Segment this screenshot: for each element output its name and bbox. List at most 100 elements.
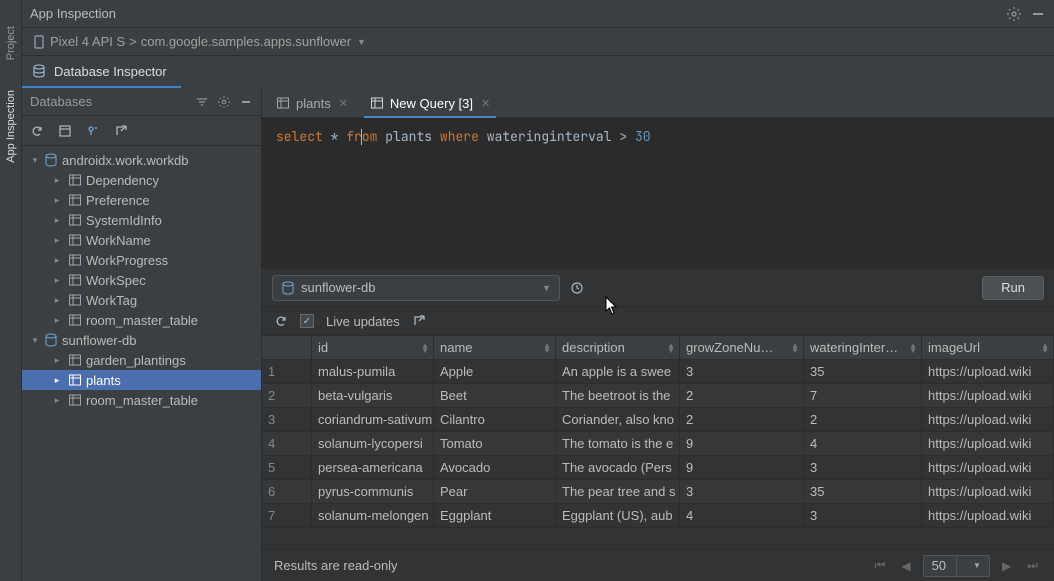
td-id: solanum-lycopersi [312,432,434,455]
th-rownum[interactable] [262,336,312,359]
tab-plants[interactable]: plants ✕ [266,89,358,117]
prev-page-icon[interactable]: ◀ [897,559,914,573]
tree-table[interactable]: ▸SystemIdInfo [22,210,261,230]
run-button[interactable]: Run [982,276,1044,300]
th-label: wateringInter… [810,340,898,355]
chevron-right-icon: ▸ [52,355,62,366]
filter-icon[interactable] [195,95,209,109]
td-growzone: 4 [680,504,804,527]
tree-table-label: WorkProgress [86,253,168,268]
chevron-right-icon: ▸ [52,195,62,206]
td-growzone: 2 [680,408,804,431]
refresh-icon[interactable] [30,124,44,138]
tree-table[interactable]: ▸WorkName [22,230,261,250]
td-watering: 3 [804,456,922,479]
sort-icon: ▲▼ [667,343,675,353]
td-name: Tomato [434,432,556,455]
td-description: The tomato is the e [556,432,680,455]
gear-icon[interactable] [1006,6,1022,22]
tab-newquery[interactable]: New Query [3] ✕ [360,89,500,117]
minimize-icon[interactable] [1030,6,1046,22]
tree-table-plants[interactable]: ▸plants [22,370,261,390]
results-panel: plants ✕ New Query [3] ✕ select * from p… [262,88,1054,581]
history-icon[interactable] [570,281,584,295]
close-icon[interactable]: ✕ [481,97,490,110]
live-checkbox[interactable]: ✓ [300,314,314,328]
body-split: Databases [22,88,1054,581]
keep-open-icon[interactable] [86,124,100,138]
num-value: 30 [635,128,651,145]
last-page-icon[interactable]: ⏭ [1023,558,1042,573]
th-description[interactable]: description▲▼ [556,336,680,359]
status-text: Results are read-only [274,558,398,573]
chevron-right-icon: ▸ [52,235,62,246]
th-name[interactable]: name▲▼ [434,336,556,359]
td-growzone: 2 [680,384,804,407]
td-id: solanum-melongen [312,504,434,527]
kw-select: select [276,128,323,145]
td-name: Apple [434,360,556,383]
table-row[interactable]: 7solanum-melongenEggplantEggplant (US), … [262,504,1054,528]
ident-col: wateringinterval [487,128,612,145]
tree-table-label: WorkSpec [86,273,146,288]
refresh-icon[interactable] [274,314,288,328]
editor-tabs: plants ✕ New Query [3] ✕ [262,88,1054,118]
next-page-icon[interactable]: ▶ [998,559,1015,573]
table-row[interactable]: 1malus-pumilaAppleAn apple is a swee335h… [262,360,1054,384]
tree-db-sunflower[interactable]: ▾ sunflower-db [22,330,261,350]
td-description: Coriander, also kno [556,408,680,431]
td-imageurl: https://upload.wiki [922,432,1054,455]
td-rownum: 5 [262,456,312,479]
td-rownum: 7 [262,504,312,527]
first-page-icon[interactable]: ⏮ [871,558,890,573]
rail-label-appinspection[interactable]: App Inspection [5,90,17,163]
tab-label: New Query [3] [390,96,473,111]
tree-table[interactable]: ▸Dependency [22,170,261,190]
tree-table[interactable]: ▸WorkTag [22,290,261,310]
sort-icon: ▲▼ [1041,343,1049,353]
rail-label-project[interactable]: Project [5,26,17,60]
db-select[interactable]: sunflower-db ▼ [272,275,560,301]
breadcrumb-device: Pixel 4 API S [50,34,125,49]
th-id[interactable]: id▲▼ [312,336,434,359]
tree-table[interactable]: ▸WorkSpec [22,270,261,290]
gear-icon[interactable] [217,95,231,109]
table-row[interactable]: 4solanum-lycopersiTomatoThe tomato is th… [262,432,1054,456]
table-icon [370,96,384,110]
th-growzone[interactable]: growZoneNu…▲▼ [680,336,804,359]
table-row[interactable]: 3coriandrum-sativumCilantroCoriander, al… [262,408,1054,432]
tree-table[interactable]: ▸room_master_table [22,390,261,410]
hide-icon[interactable] [239,95,253,109]
query-editor[interactable]: select * from plants where wateringinter… [262,118,1054,268]
databases-tree: ▾ androidx.work.workdb ▸Dependency ▸Pref… [22,146,261,581]
table-row[interactable]: 6pyrus-communisPearThe pear tree and s33… [262,480,1054,504]
td-growzone: 9 [680,432,804,455]
newquery-icon[interactable] [58,124,72,138]
export-icon[interactable] [412,314,426,328]
kw-where: where [440,128,479,145]
close-icon[interactable]: ✕ [339,97,348,110]
star: * [331,128,339,145]
td-watering: 7 [804,384,922,407]
td-id: pyrus-communis [312,480,434,503]
page-size-select[interactable]: 50 ▼ [923,555,990,577]
tree-table[interactable]: ▸Preference [22,190,261,210]
query-runbar: sunflower-db ▼ Run [262,268,1054,306]
table-row[interactable]: 5persea-americanaAvocadoThe avocado (Per… [262,456,1054,480]
tree-table[interactable]: ▸WorkProgress [22,250,261,270]
td-rownum: 4 [262,432,312,455]
td-watering: 3 [804,504,922,527]
tree-table[interactable]: ▸room_master_table [22,310,261,330]
tree-table[interactable]: ▸garden_plantings [22,350,261,370]
tree-db-workdb[interactable]: ▾ androidx.work.workdb [22,150,261,170]
table-icon [68,213,82,227]
th-watering[interactable]: wateringInter…▲▼ [804,336,922,359]
table-row[interactable]: 2beta-vulgarisBeetThe beetroot is the27h… [262,384,1054,408]
toolwindow-header: App Inspection [22,0,1054,28]
breadcrumb[interactable]: Pixel 4 API S > com.google.samples.apps.… [22,28,1054,56]
td-imageurl: https://upload.wiki [922,480,1054,503]
tree-table-label: SystemIdInfo [86,213,162,228]
export-icon[interactable] [114,124,128,138]
inspector-tab[interactable]: Database Inspector [22,56,181,88]
th-imageurl[interactable]: imageUrl▲▼ [922,336,1054,359]
